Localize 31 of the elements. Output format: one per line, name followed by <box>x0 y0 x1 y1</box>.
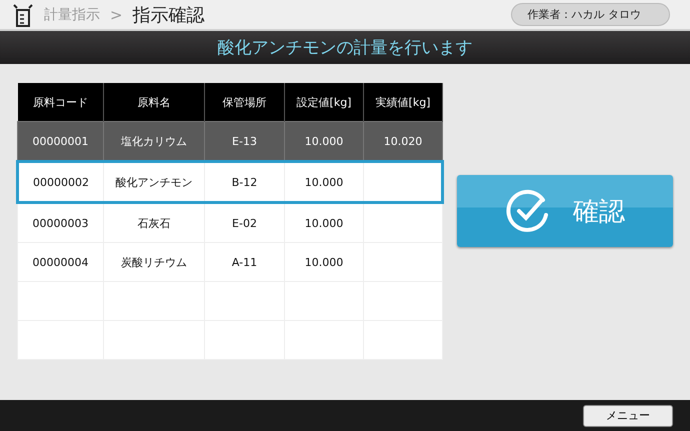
beaker-icon <box>12 2 34 28</box>
column-header: 保管場所 <box>204 83 284 122</box>
table-cell: 00000001 <box>18 122 104 162</box>
table-cell: 10.000 <box>284 162 364 202</box>
table-cell: E-02 <box>204 202 284 242</box>
table-cell: B-12 <box>204 162 284 202</box>
page-title: 指示確認 <box>132 4 205 27</box>
breadcrumb-separator: > <box>110 6 123 24</box>
table-cell: 00000003 <box>18 202 104 242</box>
table-cell: 00000002 <box>18 162 104 202</box>
table-cell: 10.020 <box>364 122 442 162</box>
breadcrumb-link[interactable]: 計量指示 <box>44 6 100 24</box>
column-header: 設定値[kg] <box>284 83 364 122</box>
column-header: 原料名 <box>104 83 204 122</box>
table-cell: 塩化カリウム <box>104 122 204 162</box>
table-cell: 00000004 <box>18 242 104 282</box>
column-header: 原料コード <box>18 83 104 122</box>
table-cell: E-13 <box>204 122 284 162</box>
column-header: 実績値[kg] <box>364 83 442 122</box>
table-cell: 10.000 <box>284 122 364 162</box>
confirm-button[interactable]: 確認 <box>457 175 673 247</box>
table-cell: A-11 <box>204 242 284 282</box>
table-cell: 10.000 <box>284 242 364 282</box>
instruction-banner: 酸化アンチモンの計量を行います <box>0 31 690 64</box>
menu-button[interactable]: メニュー <box>583 404 673 426</box>
check-circle-icon <box>505 188 551 234</box>
table-cell: 酸化アンチモン <box>104 162 204 202</box>
table-cell: 炭酸リチウム <box>104 242 204 282</box>
table-cell: 石灰石 <box>104 202 204 242</box>
table-cell: 10.000 <box>284 202 364 242</box>
operator-badge: 作業者：ハカル タロウ <box>510 3 670 26</box>
